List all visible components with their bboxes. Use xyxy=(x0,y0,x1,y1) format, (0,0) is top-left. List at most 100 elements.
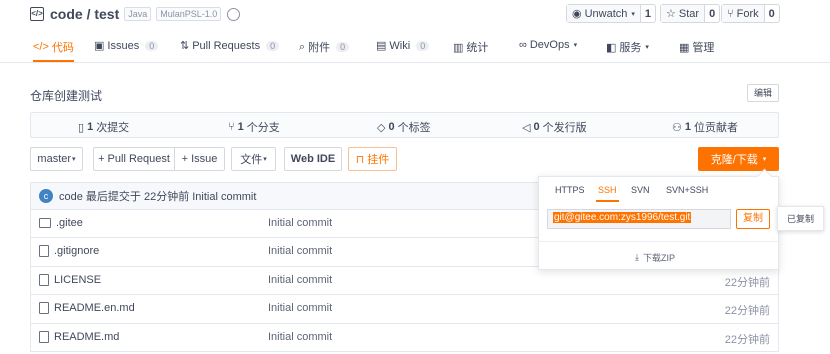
tab-devops[interactable]: ∞ DevOps ▾ xyxy=(519,39,577,51)
tab-svn[interactable]: SVN xyxy=(631,185,650,195)
clone-url-field[interactable]: git@gitee.com:zys1996/test.git xyxy=(547,209,731,229)
tab-wiki-label: Wiki xyxy=(389,39,411,52)
contributors-label: 位贡献者 xyxy=(694,122,738,134)
branches-label: 个分支 xyxy=(246,122,280,134)
eye-icon: ◉ xyxy=(572,8,582,20)
tab-code[interactable]: </> 代码 xyxy=(33,39,74,62)
file-name-link[interactable]: .gitignore xyxy=(54,245,99,257)
file-icon xyxy=(39,302,49,315)
star-button[interactable]: ☆ Star 0 xyxy=(660,4,721,23)
tab-svn-ssh[interactable]: SVN+SSH xyxy=(666,185,708,195)
star-icon: ☆ xyxy=(666,8,676,20)
avatar[interactable]: c xyxy=(39,189,53,203)
file-menu-button[interactable]: 文件 ▾ xyxy=(231,147,276,171)
releases-stat[interactable]: ◁ 0 个发行版 xyxy=(522,119,587,135)
branch-icon: ⑂ xyxy=(228,121,235,133)
commit-message-link[interactable]: Initial commit xyxy=(268,217,332,229)
unwatch-label: Unwatch xyxy=(584,7,628,20)
chevron-down-icon: ▾ xyxy=(573,42,578,49)
commit-message-link[interactable]: Initial commit xyxy=(268,331,332,343)
tab-issues-count: 0 xyxy=(145,40,159,51)
award-icon xyxy=(227,7,241,21)
tags-stat[interactable]: ◇ 0 个标签 xyxy=(377,119,431,135)
tab-attachments-count: 0 xyxy=(336,42,350,52)
commits-stat[interactable]: ▯ 1 次提交 xyxy=(78,119,129,135)
commits-label: 次提交 xyxy=(96,122,130,134)
chevron-down-icon: ▾ xyxy=(631,10,635,18)
tab-services[interactable]: ◧ 服务 ▾ xyxy=(606,39,649,55)
issues-icon: ▣ xyxy=(94,40,105,52)
language-tag[interactable]: Java xyxy=(124,7,152,21)
wiki-icon: ▤ xyxy=(376,40,387,52)
web-ide-button[interactable]: Web IDE xyxy=(284,147,342,171)
branch-select[interactable]: master ▾ xyxy=(30,147,83,171)
commit-time: 22分钟前 xyxy=(724,333,770,346)
branches-stat[interactable]: ⑂ 1 个分支 xyxy=(228,119,280,135)
tab-ssh[interactable]: SSH xyxy=(596,185,618,202)
tab-attachments-label: 附件 xyxy=(308,42,331,54)
clone-protocol-tabs: HTTPS SSH SVN SVN+SSH xyxy=(539,183,780,202)
tab-wiki-count: 0 xyxy=(416,40,430,51)
tab-services-label: 服务 xyxy=(619,42,642,54)
tab-pull-requests-count: 0 xyxy=(266,40,280,51)
tags-count: 0 xyxy=(388,121,395,133)
tab-attachments[interactable]: ⌕ 附件 0 xyxy=(299,39,350,55)
file-name-link[interactable]: .gitee xyxy=(56,217,83,229)
tab-manage[interactable]: ▦ 管理 xyxy=(679,39,714,55)
repo-name-link[interactable]: test xyxy=(94,6,119,22)
new-issue-button[interactable]: + Issue xyxy=(175,147,225,171)
clone-download-label: 克隆/下载 xyxy=(710,154,758,166)
edit-description-button[interactable]: 编辑 xyxy=(747,84,779,102)
bar-chart-icon: ▥ xyxy=(453,41,464,54)
tab-statistics[interactable]: ▥ 统计 xyxy=(453,39,488,55)
clone-url-text: git@gitee.com:zys1996/test.git xyxy=(553,212,692,223)
fork-icon: ⑂ xyxy=(727,7,734,20)
unwatch-count[interactable]: 1 xyxy=(641,5,655,22)
file-name-link[interactable]: README.en.md xyxy=(54,302,135,314)
commit-icon: ▯ xyxy=(78,121,85,134)
commit-message-link[interactable]: Initial commit xyxy=(268,245,332,257)
commit-message-link[interactable]: Initial commit xyxy=(268,302,332,314)
tab-wiki[interactable]: ▤ Wiki 0 xyxy=(376,39,430,52)
tab-issues[interactable]: ▣ Issues 0 xyxy=(94,39,159,52)
new-pull-request-button[interactable]: + Pull Request xyxy=(93,147,175,171)
chevron-down-icon: ▾ xyxy=(762,156,767,163)
table-row: README.en.md Initial commit 22分钟前 xyxy=(30,295,779,324)
fork-label: Fork xyxy=(736,7,759,20)
bookmark-icon: ⊓ xyxy=(355,153,365,166)
fork-button[interactable]: ⑂ Fork 0 xyxy=(721,4,780,23)
star-count[interactable]: 0 xyxy=(705,5,719,22)
tab-pull-requests-label: Pull Requests xyxy=(192,39,261,52)
copy-button[interactable]: 复制 xyxy=(736,209,770,229)
divider xyxy=(539,241,780,242)
repo-description: 仓库创建测试 xyxy=(30,89,103,103)
tab-pull-requests[interactable]: ⇅ Pull Requests 0 xyxy=(180,39,280,52)
contributors-count: 1 xyxy=(684,121,691,133)
widget-button[interactable]: ⊓ 挂件 xyxy=(348,147,397,171)
file-name-link[interactable]: README.md xyxy=(54,331,119,343)
clone-download-button[interactable]: 克隆/下载 ▾ xyxy=(698,147,779,171)
tab-https[interactable]: HTTPS xyxy=(555,185,585,195)
paperclip-icon: ⌕ xyxy=(299,40,306,53)
unwatch-button[interactable]: ◉ Unwatch ▾ 1 xyxy=(566,4,657,23)
chevron-down-icon: ▾ xyxy=(645,44,649,51)
fork-count[interactable]: 0 xyxy=(765,5,779,22)
releases-count: 0 xyxy=(533,121,540,133)
widget-label: 挂件 xyxy=(367,154,390,166)
tab-code-label: 代码 xyxy=(51,42,74,54)
commits-count: 1 xyxy=(87,121,94,133)
chevron-down-icon: ▾ xyxy=(72,156,76,163)
commit-time: 22分钟前 xyxy=(724,305,770,318)
clone-dropdown-panel: HTTPS SSH SVN SVN+SSH git@gitee.com:zys1… xyxy=(538,176,780,270)
contributors-stat[interactable]: ⚇ 1 位贡献者 xyxy=(672,119,738,135)
star-label: Star xyxy=(678,7,700,20)
download-icon: ⤓ xyxy=(635,252,639,262)
license-tag[interactable]: MulanPSL-1.0 xyxy=(156,7,222,21)
repo-owner-link[interactable]: code xyxy=(50,6,83,22)
pull-request-icon: ⇅ xyxy=(180,40,190,52)
file-name-link[interactable]: LICENSE xyxy=(54,274,101,286)
file-icon xyxy=(39,273,49,286)
commit-message-link[interactable]: Initial commit xyxy=(268,274,332,286)
download-zip-link[interactable]: ⤓ 下载ZIP xyxy=(635,251,675,264)
tags-label: 个标签 xyxy=(397,122,431,134)
